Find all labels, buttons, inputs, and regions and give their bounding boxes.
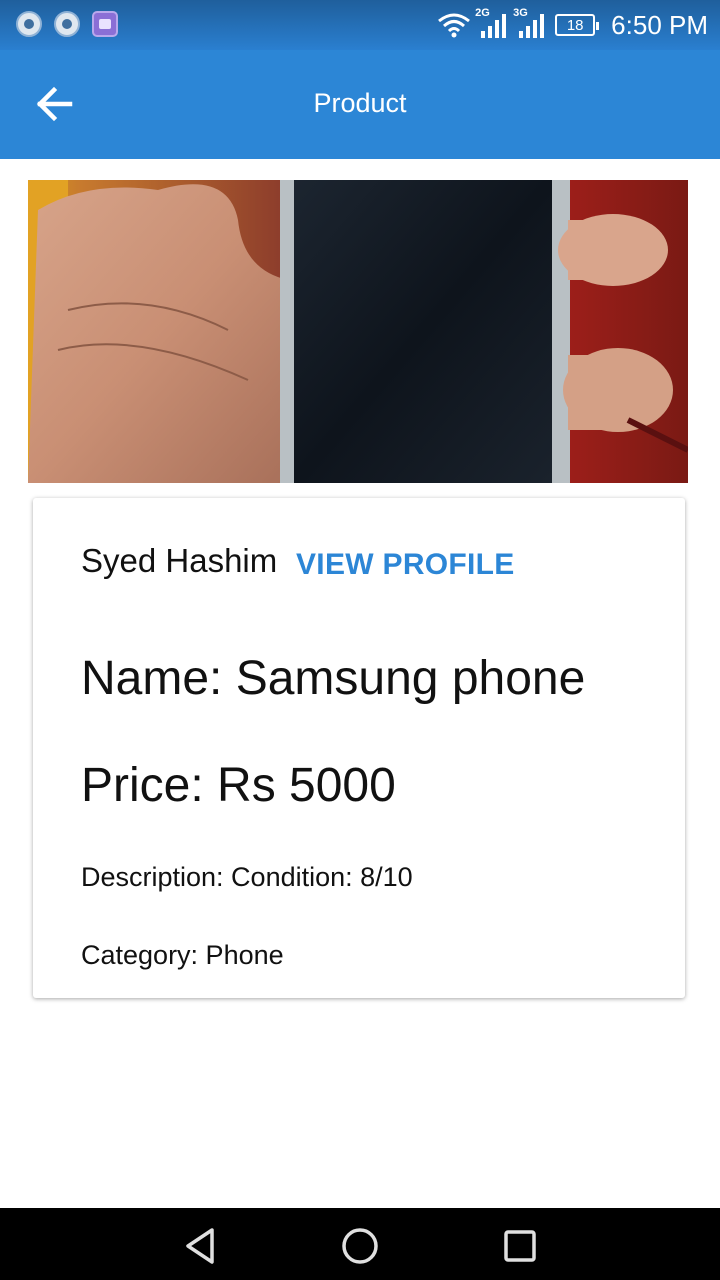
app-bar: Product: [0, 50, 720, 159]
product-photo: [28, 180, 688, 483]
product-image: [28, 180, 688, 483]
battery-icon: 18: [555, 14, 600, 36]
notification-icons: [16, 11, 118, 37]
product-category: Category: Phone: [81, 940, 284, 970]
signal-3g: 3G: [513, 7, 547, 39]
system-navigation-bar: [0, 1208, 720, 1280]
clock: 6:50 PM: [611, 9, 708, 40]
seller-name: Syed Hashim: [81, 542, 278, 579]
image-notification-icon: [92, 11, 118, 37]
triangle-back-icon: [186, 1228, 214, 1264]
system-status: 2G 3G 18 6:50 PM: [437, 6, 708, 44]
nav-recents-button[interactable]: [498, 1224, 542, 1268]
nav-back-button[interactable]: [178, 1224, 222, 1268]
circle-home-icon: [342, 1228, 378, 1264]
page-title: Product: [313, 88, 407, 118]
product-details-card: Syed Hashim VIEW PROFILE Name: Samsung p…: [33, 498, 685, 998]
nav-home-button[interactable]: [338, 1224, 382, 1268]
battery-level: 18: [566, 16, 584, 34]
network-type-label: 2G: [475, 7, 490, 19]
notification-app-icon: [16, 11, 42, 37]
product-name: Name: Samsung phone: [81, 652, 586, 705]
network-type-label: 3G: [513, 7, 528, 19]
wifi-icon: [438, 13, 471, 38]
message-notification-icon: [54, 11, 80, 37]
view-profile-button[interactable]: VIEW PROFILE: [296, 548, 515, 582]
status-bar: 2G 3G 18 6:50 PM: [0, 0, 720, 50]
product-description: Description: Condition: 8/10: [81, 862, 413, 892]
product-price: Price: Rs 5000: [81, 759, 396, 812]
square-recents-icon: [504, 1230, 536, 1262]
signal-2g: 2G: [475, 7, 509, 39]
